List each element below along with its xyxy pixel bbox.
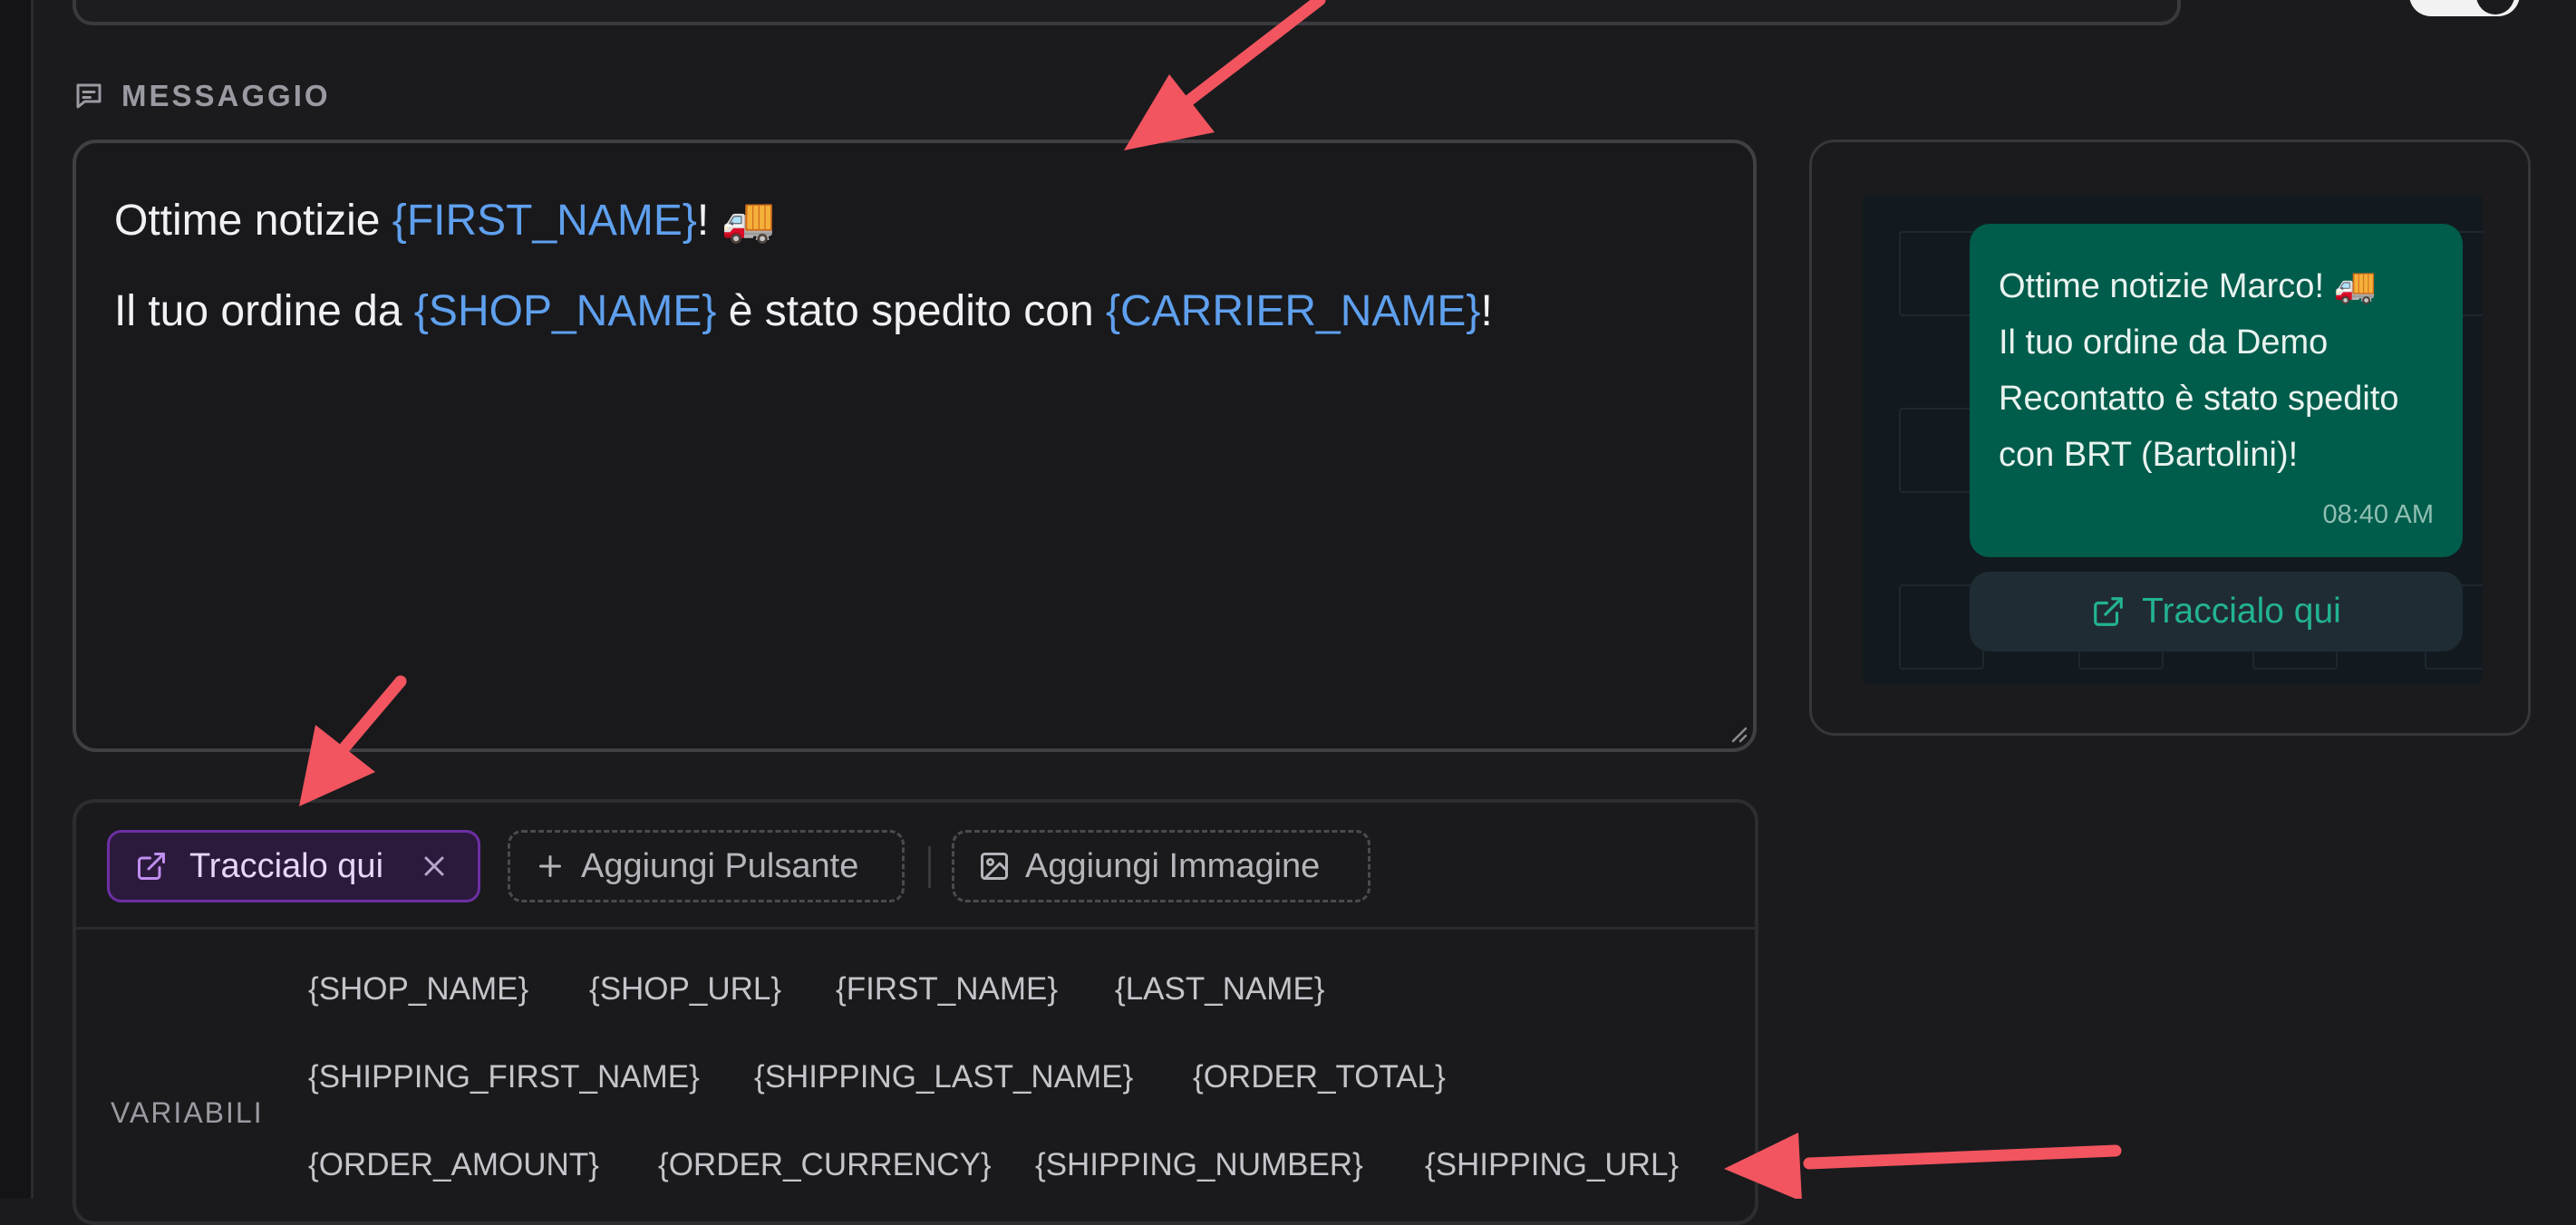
variable-token[interactable]: {FIRST_NAME} [836,971,1058,1008]
preview-cta-label: Traccialo qui [2142,592,2341,631]
bubble-message-text: Ottime notizie Marco! 🚚 Il tuo ordine da… [1999,258,2436,483]
add-button-button[interactable]: Aggiungi Pulsante [508,830,905,902]
arrow-to-variables [1724,1133,2122,1199]
message-editor-textarea[interactable]: Ottime notizie {FIRST_NAME}! 🚚 Il tuo or… [73,140,1757,752]
variable-token[interactable]: {SHIPPING_NUMBER} [1035,1147,1363,1183]
bubble-line: con BRT (Bartolini)! [1999,436,2299,474]
section-header-message: MESSAGGIO [73,76,331,116]
external-link-icon [2094,597,2124,626]
top-input-field[interactable] [73,0,2181,25]
add-image-button[interactable]: Aggiungi Immagine [952,830,1370,902]
variable-token[interactable]: {LAST_NAME} [1115,971,1325,1008]
whatsapp-preview-panel: Ottime notizie Marco! 🚚 Il tuo ordine da… [1809,140,2531,736]
editor-text: ! [1480,287,1493,335]
editor-line-2: Il tuo ordine da {SHOP_NAME} è stato spe… [114,286,1493,336]
add-image-label: Aggiungi Immagine [1025,846,1321,885]
message-icon [76,83,102,109]
add-button-label: Aggiungi Pulsante [581,846,859,885]
variable-token[interactable]: {ORDER_AMOUNT} [308,1147,599,1183]
bubble-timestamp: 08:40 AM [2322,500,2434,529]
left-panel-border [0,0,34,1199]
close-icon[interactable] [418,850,450,883]
bubble-line: Ottime notizie Marco! 🚚 [1999,267,2377,305]
variable-token[interactable]: {SHIPPING_FIRST_NAME} [308,1059,700,1095]
url-button-label: Traccialo qui [189,846,384,885]
editor-text: Il tuo ordine da [114,287,414,335]
editor-line-1: Ottime notizie {FIRST_NAME}! 🚚 [114,194,775,246]
message-bubble: Ottime notizie Marco! 🚚 Il tuo ordine da… [1970,224,2463,557]
variable-token[interactable]: {ORDER_TOTAL} [1193,1059,1446,1095]
plus-icon [539,855,561,877]
toolbar-divider [928,846,931,888]
preview-cta-button[interactable]: Traccialo qui [1970,572,2463,651]
image-icon [981,853,1008,880]
top-toggle-switch[interactable] [2409,0,2520,16]
external-link-icon [138,853,165,880]
editor-text: Ottime notizie [114,197,392,245]
variable-token[interactable]: {SHOP_NAME} [308,971,528,1008]
variable-token[interactable]: {SHIPPING_LAST_NAME} [754,1059,1133,1095]
panel-divider [76,927,1755,930]
variables-label: VARIABILI [111,1096,264,1129]
bubble-line: Recontatto è stato spedito [1999,380,2399,418]
editor-variable-token: {SHOP_NAME} [413,287,717,335]
resize-handle-icon[interactable] [1728,723,1748,743]
editor-text: ! 🚚 [696,197,776,245]
editor-variable-token: {CARRIER_NAME} [1105,287,1481,335]
variable-token[interactable]: {SHIPPING_URL} [1425,1147,1679,1183]
message-tools-panel: Traccialo qui Aggiungi Pulsante Aggiungi… [73,799,1758,1225]
toggle-knob [2476,0,2514,14]
section-label-text: MESSAGGIO [121,79,331,112]
variable-token[interactable]: {ORDER_CURRENCY} [658,1147,992,1183]
bubble-line: Il tuo ordine da Demo [1999,323,2329,362]
variable-token[interactable]: {SHOP_URL} [589,971,781,1008]
url-button-chip[interactable]: Traccialo qui [107,830,480,902]
editor-text: è stato spedito con [716,287,1106,335]
editor-variable-token: {FIRST_NAME} [392,197,697,245]
